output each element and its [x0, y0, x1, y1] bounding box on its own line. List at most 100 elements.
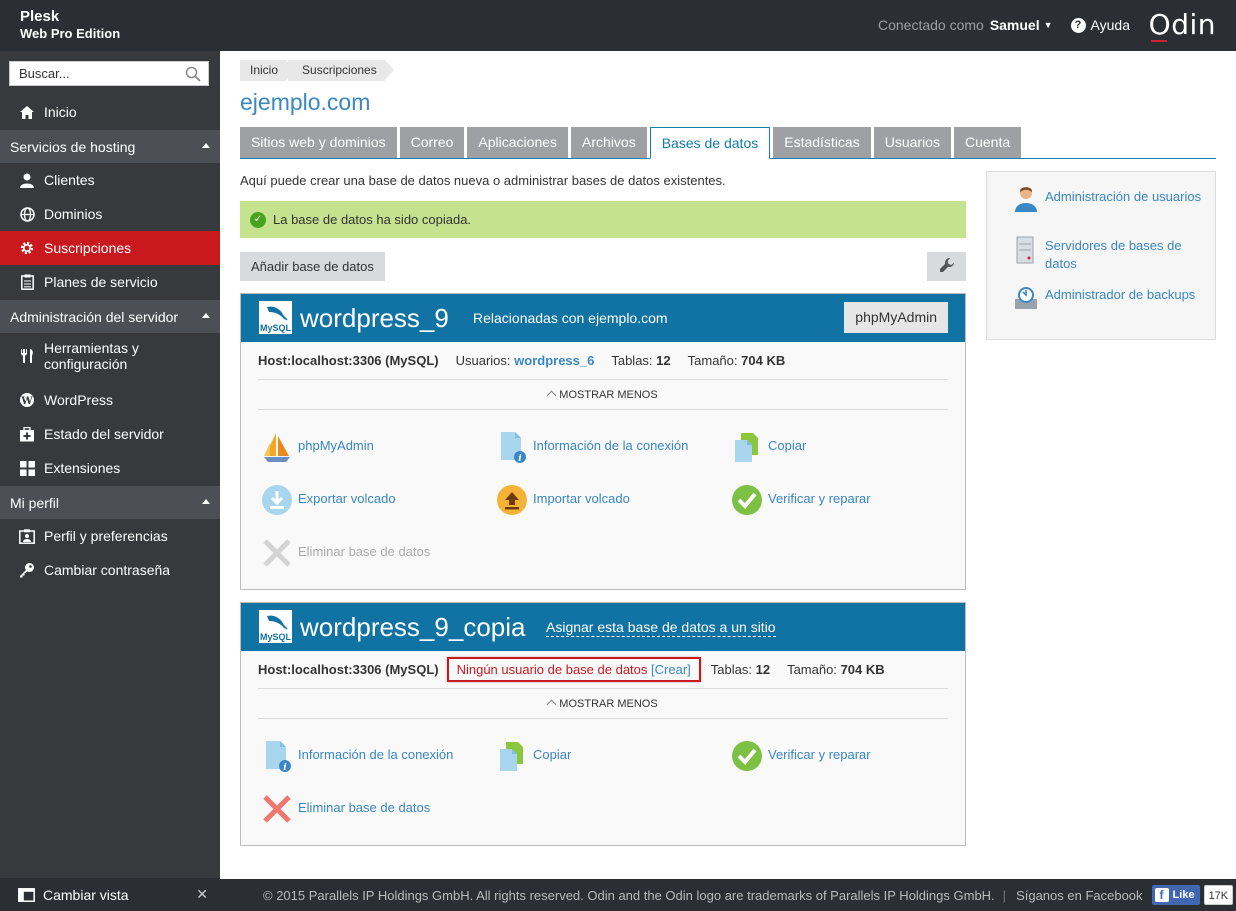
show-less-toggle[interactable]: MOSTRAR MENOS — [258, 689, 948, 719]
add-database-button[interactable]: Añadir base de datos — [240, 252, 385, 281]
help-link[interactable]: ? Ayuda — [1070, 17, 1130, 33]
profile-card-icon — [18, 527, 36, 545]
settings-button[interactable] — [927, 252, 966, 281]
tab-applications[interactable]: Aplicaciones — [467, 127, 569, 158]
close-icon[interactable]: ✕ — [196, 886, 208, 903]
action-phpmyadmin[interactable]: phpMyAdmin — [260, 433, 374, 464]
users-icon — [1014, 186, 1038, 215]
wordpress-icon: W — [18, 391, 36, 409]
sidebar: Inicio Servicios de hosting Clientes Dom… — [0, 51, 220, 911]
section-server-admin[interactable]: Administración del servidor — [0, 300, 220, 333]
database-info: Host: localhost:3306 (MySQL) Usuarios: wo… — [258, 342, 948, 380]
tab-users[interactable]: Usuarios — [873, 127, 951, 158]
database-user-link[interactable]: wordpress_6 — [514, 353, 594, 368]
svg-text:MySQL: MySQL — [260, 632, 292, 642]
action-check-repair[interactable]: Verificar y reparar — [730, 485, 871, 517]
tab-files[interactable]: Archivos — [571, 127, 647, 158]
database-name[interactable]: wordpress_9_copia — [300, 612, 525, 643]
database-name[interactable]: wordpress_9 — [300, 303, 449, 334]
brand-logo[interactable]: Plesk Web Pro Edition — [20, 9, 120, 40]
tab-mail[interactable]: Correo — [399, 127, 465, 158]
user-menu[interactable]: Samuel — [990, 17, 1040, 33]
sidebar-item-home[interactable]: Inicio — [0, 95, 220, 129]
sidebar-item-label: Estado del servidor — [44, 426, 164, 442]
odin-logo-bar — [1150, 40, 1167, 42]
show-less-toggle[interactable]: MOSTRAR MENOS — [258, 380, 948, 410]
action-check-repair[interactable]: Verificar y reparar — [730, 741, 871, 773]
caret-down-icon[interactable]: ▼ — [1044, 20, 1053, 30]
mysql-icon: MySQL — [259, 301, 292, 337]
facebook-follow-link[interactable]: Síganos en Facebook — [1016, 888, 1142, 903]
collapse-icon — [202, 499, 210, 504]
check-repair-icon — [730, 483, 764, 517]
section-my-profile[interactable]: Mi perfil — [0, 486, 220, 519]
sidebar-item-label: Suscripciones — [44, 240, 132, 256]
tab-account[interactable]: Cuenta — [953, 127, 1022, 158]
tab-websites[interactable]: Sitios web y dominios — [240, 127, 397, 158]
action-copy[interactable]: Copiar — [730, 433, 807, 464]
sidebar-item-wordpress[interactable]: W WordPress — [0, 383, 220, 417]
sidebar-item-clients[interactable]: Clientes — [0, 163, 220, 197]
odin-logo-text: Odin — [1148, 8, 1216, 41]
action-label: Copiar — [768, 438, 807, 453]
svg-text:W: W — [20, 396, 33, 407]
user-area: Conectado como Samuel ▼ ? Ayuda — [878, 17, 1130, 33]
search-box[interactable] — [9, 61, 209, 86]
action-label: phpMyAdmin — [298, 438, 374, 453]
sidebar-item-extensions[interactable]: Extensiones — [0, 451, 220, 485]
no-user-text: Ningún usuario de base de datos — [456, 662, 648, 677]
extensions-icon — [18, 459, 36, 477]
breadcrumb-home[interactable]: Inicio — [240, 60, 296, 81]
delete-icon — [260, 792, 294, 826]
action-label: Verificar y reparar — [768, 747, 871, 762]
change-view-button[interactable]: Cambiar vista ✕ — [0, 878, 220, 911]
facebook-icon: f — [1154, 888, 1169, 902]
sidebar-item-profile[interactable]: Perfil y preferencias — [0, 519, 220, 553]
connection-info-icon: i — [495, 430, 529, 464]
sidebar-item-label: Planes de servicio — [44, 274, 158, 290]
medkit-icon — [18, 425, 36, 443]
link-user-management[interactable]: Administración de usuarios — [1045, 188, 1205, 206]
facebook-like-button[interactable]: f Like — [1151, 885, 1200, 905]
sidebar-item-server-status[interactable]: Estado del servidor — [0, 417, 220, 451]
sidebar-item-domains[interactable]: Dominios — [0, 197, 220, 231]
sidebar-item-label: Herramientas y configuración — [44, 340, 139, 372]
link-backup-manager[interactable]: Administrador de backups — [1045, 286, 1205, 304]
tab-statistics[interactable]: Estadísticas — [773, 127, 871, 158]
size-value: 704 KB — [741, 353, 786, 368]
sidebar-item-label: Extensiones — [44, 460, 121, 476]
tab-databases[interactable]: Bases de datos — [649, 127, 771, 159]
success-message: ✓ La base de datos ha sido copiada. — [240, 201, 966, 238]
action-delete-database[interactable]: Eliminar base de datos — [260, 795, 430, 826]
create-user-link[interactable]: [Crear] — [651, 662, 691, 677]
action-connection-info[interactable]: i Información de la conexión — [260, 741, 453, 773]
help-label: Ayuda — [1090, 17, 1130, 33]
import-icon — [495, 483, 529, 517]
action-connection-info[interactable]: i Información de la conexión — [495, 432, 689, 464]
action-export-dump[interactable]: Exportar volcado — [260, 485, 396, 517]
sidebar-item-change-password[interactable]: Cambiar contraseña — [0, 553, 220, 587]
sidebar-item-subscriptions[interactable]: Suscripciones — [0, 231, 220, 265]
breadcrumb-subscriptions[interactable]: Suscripciones — [288, 60, 394, 81]
sidebar-item-service-plans[interactable]: Planes de servicio — [0, 265, 220, 299]
section-hosting[interactable]: Servicios de hosting — [0, 130, 220, 163]
link-db-servers[interactable]: Servidores de bases de datos — [1045, 237, 1205, 273]
key-icon — [18, 561, 36, 579]
action-label: Información de la conexión — [533, 438, 689, 453]
change-view-label: Cambiar vista — [43, 886, 129, 903]
connection-info-icon: i — [260, 739, 294, 773]
copyright-text: © 2015 Parallels IP Holdings GmbH. All r… — [263, 887, 995, 903]
search-icon[interactable] — [185, 66, 201, 85]
question-icon: ? — [1070, 17, 1086, 33]
database-info: Host: localhost:3306 (MySQL) Ningún usuar… — [258, 651, 948, 689]
phpmyadmin-button[interactable]: phpMyAdmin — [844, 302, 948, 333]
action-copy[interactable]: Copiar — [495, 742, 571, 773]
sidebar-item-label: Inicio — [44, 104, 77, 120]
assign-site-link[interactable]: Asignar esta base de datos a un sitio — [546, 619, 776, 637]
action-delete-database: Eliminar base de datos — [260, 539, 430, 570]
sidebar-item-tools[interactable]: Herramientas y configuración — [0, 334, 220, 378]
search-input[interactable] — [10, 62, 175, 85]
action-import-dump[interactable]: Importar volcado — [495, 485, 630, 517]
no-user-notice: Ningún usuario de base de datos [Crear] — [446, 657, 701, 682]
chevron-up-icon — [546, 699, 557, 710]
